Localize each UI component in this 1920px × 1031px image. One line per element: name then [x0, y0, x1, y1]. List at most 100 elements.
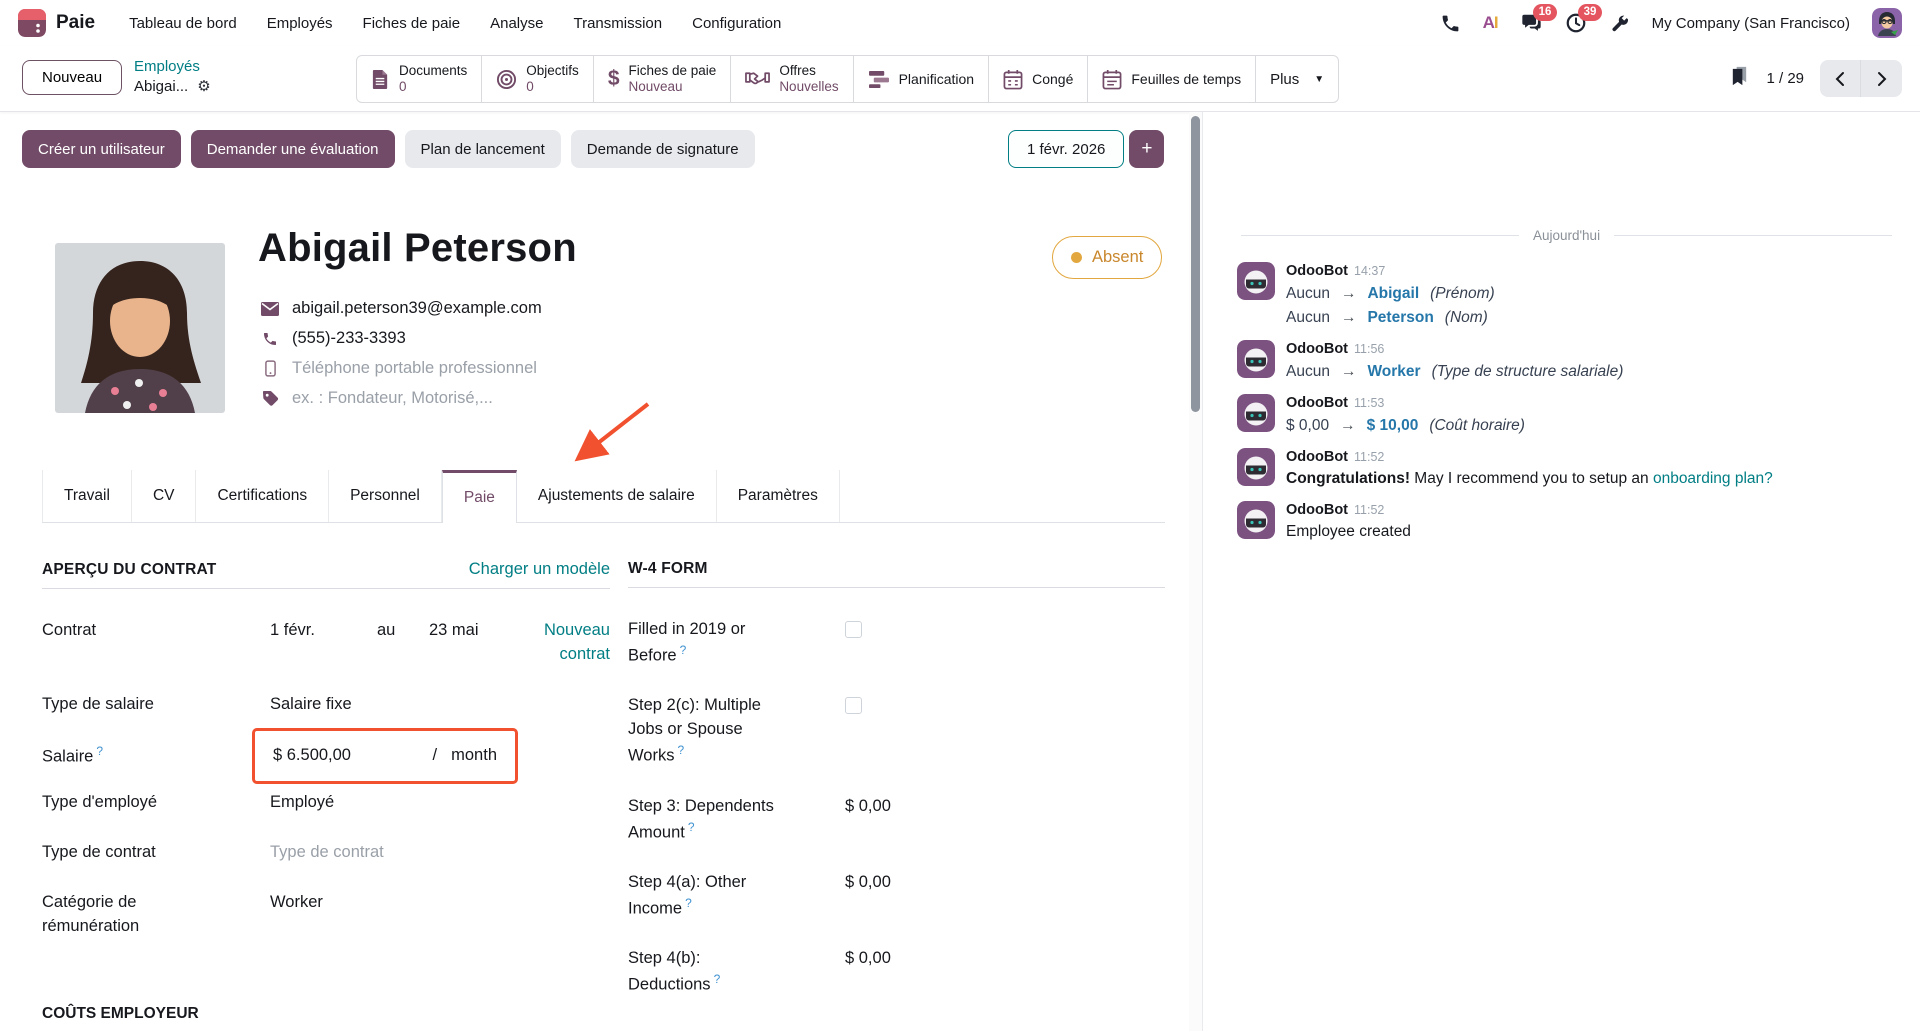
add-version-button[interactable]: +: [1129, 130, 1164, 168]
field-name: (Type de structure salariale): [1432, 363, 1624, 381]
top-nav: Paie Tableau de bord Employés Fiches de …: [0, 0, 1920, 46]
phone-icon: [261, 331, 279, 347]
request-evaluation-button[interactable]: Demander une évaluation: [191, 130, 395, 168]
menu-transmission[interactable]: Transmission: [573, 15, 662, 32]
tags-placeholder-input[interactable]: ex. : Fondateur, Motorisé,...: [292, 389, 493, 408]
stat-label: Fiches de paie: [629, 63, 717, 79]
message-author: OdooBot: [1286, 449, 1348, 465]
message-time: 11:52: [1354, 450, 1384, 464]
new-contract-link[interactable]: Nouveau contrat: [515, 619, 610, 667]
stat-payslips[interactable]: $ Fiches de paieNouveau: [594, 56, 732, 102]
menu-analysis[interactable]: Analyse: [490, 15, 543, 32]
pay-category-value[interactable]: Worker: [270, 891, 610, 939]
odoobot-avatar: [1237, 448, 1275, 486]
w4-filled-2019-checkbox[interactable]: [845, 621, 862, 638]
w4-step2c-checkbox[interactable]: [845, 697, 862, 714]
field-label: Step 3: Dependents Amount: [628, 797, 774, 841]
salary-type-value[interactable]: Salaire fixe: [270, 693, 610, 717]
contract-type-placeholder-input[interactable]: Type de contrat: [270, 841, 610, 865]
pager-next-button[interactable]: [1861, 60, 1902, 97]
employee-email[interactable]: abigail.peterson39@example.com: [292, 299, 542, 318]
message-author: OdooBot: [1286, 395, 1348, 411]
tab-personnel[interactable]: Personnel: [329, 470, 442, 522]
pager-previous-button[interactable]: [1820, 60, 1861, 97]
arrow-right-icon: →: [1341, 285, 1357, 303]
stat-label: Congé: [1032, 71, 1073, 87]
user-avatar[interactable]: [1872, 8, 1902, 38]
mobile-placeholder-input[interactable]: Téléphone portable professionnel: [292, 359, 537, 378]
menu-configuration[interactable]: Configuration: [692, 15, 781, 32]
stat-plus-dropdown[interactable]: Plus ▼: [1256, 56, 1338, 102]
w4-step4a-amount-input[interactable]: $ 0,00: [845, 871, 1165, 921]
old-value: $ 0,00: [1286, 417, 1329, 435]
stat-label: Feuilles de temps: [1131, 71, 1241, 87]
signature-request-button[interactable]: Demande de signature: [571, 130, 755, 168]
company-switcher[interactable]: My Company (San Francisco): [1652, 15, 1850, 32]
w4-step4b-amount-input[interactable]: $ 0,00: [845, 947, 1165, 997]
contract-date-field[interactable]: 1 févr. 2026: [1008, 130, 1124, 168]
w4-step3-amount-input[interactable]: $ 0,00: [845, 795, 1165, 845]
tab-certifications[interactable]: Certifications: [196, 470, 329, 522]
tab-travail[interactable]: Travail: [42, 470, 132, 522]
stat-label: Objectifs: [526, 63, 579, 79]
menu-dashboard[interactable]: Tableau de bord: [129, 15, 237, 32]
tab-parametres[interactable]: Paramètres: [717, 470, 840, 522]
salary-period-select[interactable]: month: [451, 744, 497, 768]
new-value: Peterson: [1367, 309, 1433, 327]
stat-offres[interactable]: OffresNouvelles: [731, 56, 853, 102]
field-w4-step2c: Step 2(c): Multiple Jobs or Spouse Works…: [628, 694, 1165, 768]
field-w4-step4a: Step 4(a): Other Income? $ 0,00: [628, 871, 1165, 921]
tracking-change: Aucun → Peterson (Nom): [1286, 309, 1495, 327]
launch-plan-button[interactable]: Plan de lancement: [405, 130, 561, 168]
contract-start-date[interactable]: 1 févr.: [270, 619, 377, 667]
message-author: OdooBot: [1286, 502, 1348, 518]
messages-icon[interactable]: 16: [1520, 12, 1543, 34]
planning-icon: [868, 70, 890, 89]
contract-end-date[interactable]: 23 mai: [429, 619, 515, 667]
employee-name[interactable]: Abigail Peterson: [258, 226, 577, 271]
ai-icon[interactable]: AI: [1483, 13, 1498, 33]
employee-phone[interactable]: (555)-233-3393: [292, 329, 406, 348]
stat-objectifs[interactable]: Objectifs0: [482, 56, 594, 102]
gear-icon[interactable]: ⚙: [197, 77, 210, 97]
new-button[interactable]: Nouveau: [22, 60, 122, 95]
tab-paie[interactable]: Paie: [442, 470, 517, 523]
tab-cv[interactable]: CV: [132, 470, 197, 522]
tools-wrench-icon[interactable]: [1609, 13, 1630, 34]
employee-type-value[interactable]: Employé: [270, 791, 610, 815]
help-icon: ?: [96, 744, 103, 758]
envelope-icon: [261, 302, 279, 316]
activities-clock-icon[interactable]: 39: [1565, 12, 1587, 34]
field-label: Step 4(b): Deductions: [628, 949, 711, 993]
stat-conge[interactable]: Congé: [989, 56, 1088, 102]
menu-employees[interactable]: Employés: [267, 15, 333, 32]
control-bar: Nouveau Employés Abigai... ⚙ Documents0 …: [0, 46, 1920, 112]
create-user-button[interactable]: Créer un utilisateur: [22, 130, 181, 168]
field-label: Step 2(c): Multiple Jobs or Spouse Works: [628, 696, 761, 764]
employee-photo[interactable]: [55, 243, 225, 413]
field-label: Type de salaire: [42, 693, 270, 717]
stat-planification[interactable]: Planification: [854, 56, 990, 102]
paie-tab-content: APERÇU DU CONTRAT Charger un modèle Cont…: [42, 560, 1165, 1024]
onboarding-plan-link[interactable]: onboarding plan?: [1653, 470, 1773, 487]
menu-payslips[interactable]: Fiches de paie: [363, 15, 461, 32]
field-label: Salaire: [42, 747, 93, 765]
tab-ajustements[interactable]: Ajustements de salaire: [517, 470, 717, 522]
voip-phone-icon[interactable]: [1440, 13, 1461, 34]
salary-amount-input[interactable]: $ 6.500,00: [273, 744, 351, 768]
field-w4-filled-2019: Filled in 2019 or Before?: [628, 618, 1165, 668]
scrollbar-thumb[interactable]: [1191, 116, 1200, 412]
breadcrumb-parent[interactable]: Employés: [134, 57, 211, 77]
stat-timesheets[interactable]: Feuilles de temps: [1088, 56, 1256, 102]
new-value: Worker: [1367, 363, 1420, 381]
paie-app-icon[interactable]: [18, 9, 46, 37]
salary-slash: /: [433, 744, 438, 768]
message-text: Congratulations! May I recommend you to …: [1286, 470, 1773, 488]
help-icon: ?: [714, 972, 721, 986]
stat-documents[interactable]: Documents0: [357, 56, 482, 102]
bookmark-icon[interactable]: [1729, 65, 1750, 92]
status-dot-icon: [1071, 252, 1082, 263]
stat-value: 0: [526, 79, 579, 95]
load-template-link[interactable]: Charger un modèle: [469, 560, 610, 579]
field-name: (Prénom): [1430, 285, 1495, 303]
